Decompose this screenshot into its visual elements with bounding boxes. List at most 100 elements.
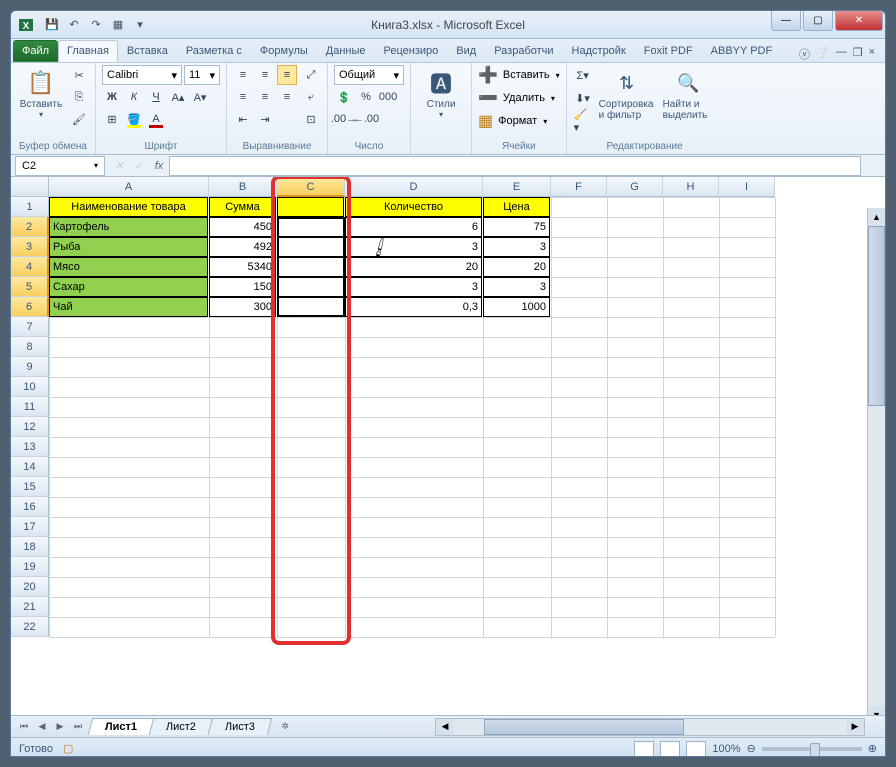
row-header[interactable]: 8 (11, 337, 49, 357)
cell[interactable]: 150 (209, 277, 276, 297)
increase-decimal-icon[interactable]: .00→ (334, 109, 354, 129)
ribbon-minimize-icon[interactable]: ⓥ (799, 46, 810, 62)
sheet-prev-icon[interactable]: ◀ (33, 718, 51, 736)
column-header[interactable]: G (607, 177, 663, 197)
align-right-icon[interactable]: ≡ (277, 87, 297, 107)
autosum-icon[interactable]: Σ▾ (573, 65, 593, 85)
cancel-formula-icon[interactable]: ✕ (109, 156, 129, 176)
row-header[interactable]: 1 (11, 197, 49, 217)
cell[interactable]: Чай (49, 297, 208, 317)
merge-icon[interactable]: ⊡ (301, 109, 321, 129)
tab-file[interactable]: Файл (13, 40, 58, 62)
zoom-slider[interactable] (762, 747, 862, 751)
cell[interactable]: 492 (209, 237, 276, 257)
qat-dropdown-icon[interactable]: ▾ (131, 16, 149, 34)
tab-главная[interactable]: Главная (58, 40, 118, 62)
cell[interactable] (277, 197, 344, 217)
align-middle-icon[interactable]: ≡ (255, 65, 275, 85)
row-header[interactable]: 21 (11, 597, 49, 617)
column-header[interactable]: B (209, 177, 277, 197)
scroll-up-icon[interactable]: ▲ (868, 208, 885, 226)
vertical-scrollbar[interactable]: ▲ ▼ (867, 208, 885, 724)
decrease-indent-icon[interactable]: ⇤ (233, 109, 253, 129)
workbook-close-icon[interactable]: × (869, 46, 875, 62)
cell[interactable]: Цена (483, 197, 550, 217)
row-header[interactable]: 5 (11, 277, 49, 297)
align-left-icon[interactable]: ≡ (233, 87, 253, 107)
italic-button[interactable]: К (124, 87, 144, 107)
redo-icon[interactable]: ↷ (87, 16, 105, 34)
cell[interactable]: 1000 (483, 297, 550, 317)
workbook-minimize-icon[interactable]: — (836, 46, 847, 62)
sheet-first-icon[interactable]: ⏮ (15, 718, 33, 736)
row-header[interactable]: 11 (11, 397, 49, 417)
column-header[interactable]: E (483, 177, 551, 197)
cell[interactable]: Количество (345, 197, 482, 217)
format-painter-icon[interactable]: 🖌 (69, 109, 89, 129)
formula-bar-input[interactable] (169, 156, 861, 176)
increase-indent-icon[interactable]: ⇥ (255, 109, 275, 129)
cell[interactable] (277, 297, 344, 317)
row-header[interactable]: 15 (11, 477, 49, 497)
zoom-out-icon[interactable]: ⊖ (747, 742, 756, 755)
format-cells-button[interactable]: ▦Формат▾ (478, 111, 560, 131)
help-icon[interactable]: ❔ (816, 46, 830, 62)
bold-button[interactable]: Ж (102, 87, 122, 107)
sheet-tab[interactable]: Лист3 (208, 718, 273, 735)
cell[interactable]: 20 (483, 257, 550, 277)
wrap-text-icon[interactable]: ⤶ (301, 87, 321, 107)
cell[interactable]: 6 (345, 217, 482, 237)
row-header[interactable]: 3 (11, 237, 49, 257)
row-header[interactable]: 10 (11, 377, 49, 397)
tab-данные[interactable]: Данные (317, 40, 375, 62)
decrease-font-icon[interactable]: A▾ (190, 87, 210, 107)
column-header[interactable]: F (551, 177, 607, 197)
number-format-combo[interactable]: Общий▾ (334, 65, 404, 85)
underline-button[interactable]: Ч (146, 87, 166, 107)
column-header[interactable]: H (663, 177, 719, 197)
orientation-icon[interactable]: ⤢ (301, 65, 321, 85)
hscroll-thumb[interactable] (484, 719, 684, 735)
fill-icon[interactable]: ⬇▾ (573, 88, 593, 108)
undo-icon[interactable]: ↶ (65, 16, 83, 34)
align-bottom-icon[interactable]: ≡ (277, 65, 297, 85)
tab-рецензиро[interactable]: Рецензиро (375, 40, 448, 62)
row-header[interactable]: 17 (11, 517, 49, 537)
delete-cells-button[interactable]: ➖Удалить▾ (478, 88, 560, 108)
cell[interactable]: Картофель (49, 217, 208, 237)
column-header[interactable]: D (345, 177, 483, 197)
cell[interactable]: 300 (209, 297, 276, 317)
column-header[interactable]: C (277, 177, 345, 197)
find-select-button[interactable]: 🔍 Найти и выделить (661, 65, 717, 123)
tab-abbyy pdf[interactable]: ABBYY PDF (702, 40, 782, 62)
spreadsheet-grid[interactable]: ABCDEFGHI 123456789101112131415161718192… (11, 177, 885, 715)
cell[interactable]: Наименование товара (49, 197, 208, 217)
clear-icon[interactable]: 🧹▾ (573, 111, 593, 131)
save-icon[interactable]: 💾 (43, 16, 61, 34)
cell[interactable]: 3 (483, 237, 550, 257)
cell[interactable] (277, 217, 344, 237)
cell[interactable]: Сумма (209, 197, 276, 217)
scroll-left-icon[interactable]: ◀ (436, 719, 454, 735)
row-header[interactable]: 22 (11, 617, 49, 637)
font-family-combo[interactable]: Calibri▾ (102, 65, 182, 85)
zoom-in-icon[interactable]: ⊕ (868, 742, 877, 755)
close-button[interactable]: ✕ (835, 11, 883, 31)
column-header[interactable]: A (49, 177, 209, 197)
fx-icon[interactable]: fx (149, 156, 169, 176)
row-header[interactable]: 18 (11, 537, 49, 557)
paste-button[interactable]: 📋 Вставить ▾ (17, 65, 65, 121)
horizontal-scrollbar[interactable]: ◀ ▶ (435, 718, 865, 736)
cell[interactable]: 3 (483, 277, 550, 297)
row-header[interactable]: 6 (11, 297, 49, 317)
cell[interactable]: 5340 (209, 257, 276, 277)
cell[interactable]: Рыба (49, 237, 208, 257)
decrease-decimal-icon[interactable]: ←.00 (356, 109, 376, 129)
name-box[interactable]: C2 ▾ (15, 156, 105, 176)
styles-button[interactable]: 🅰 Стили ▾ (417, 65, 465, 121)
row-header[interactable]: 4 (11, 257, 49, 277)
scroll-right-icon[interactable]: ▶ (846, 719, 864, 735)
cell[interactable]: 20 (345, 257, 482, 277)
fill-color-icon[interactable]: 🪣 (124, 109, 144, 129)
cell[interactable]: 3 (345, 277, 482, 297)
